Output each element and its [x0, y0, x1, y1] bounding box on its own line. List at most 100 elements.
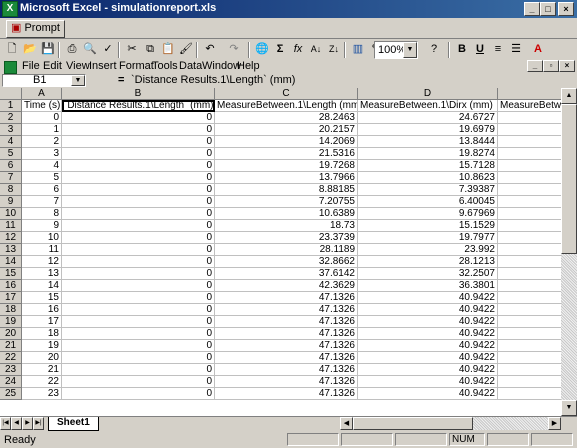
scroll-right-icon[interactable]: ▶	[548, 417, 561, 430]
function-icon[interactable]: fx	[288, 39, 308, 59]
row-header[interactable]: 7	[0, 172, 22, 184]
formula-input[interactable]: `Distance Results.1\Length` (mm)	[128, 74, 577, 87]
table-cell[interactable]: 18	[22, 328, 62, 340]
table-cell[interactable]	[498, 256, 561, 268]
table-cell[interactable]	[498, 364, 561, 376]
table-cell[interactable]: 36.3801	[358, 280, 498, 292]
row-header[interactable]: 10	[0, 208, 22, 220]
sort-ascending-icon[interactable]: A↓	[306, 39, 326, 59]
table-cell[interactable]	[498, 124, 561, 136]
hscroll-track[interactable]	[473, 417, 548, 430]
table-cell[interactable]: 0	[62, 292, 215, 304]
table-cell[interactable]: 10	[22, 232, 62, 244]
menu-insert[interactable]: Insert	[89, 60, 117, 72]
table-cell[interactable]: 4	[22, 160, 62, 172]
row-header[interactable]: 24	[0, 376, 22, 388]
table-cell[interactable]: 47.1326	[215, 304, 358, 316]
cut-icon[interactable]: ✂	[122, 39, 142, 59]
table-cell[interactable]: 0	[62, 232, 215, 244]
table-cell[interactable]: 10.8623	[358, 172, 498, 184]
table-cell[interactable]: 0	[62, 316, 215, 328]
table-cell[interactable]: 0	[22, 112, 62, 124]
table-cell[interactable]	[498, 184, 561, 196]
font-color-icon[interactable]: A	[528, 39, 548, 59]
menu-help[interactable]: Help	[237, 60, 260, 72]
row-header[interactable]: 23	[0, 364, 22, 376]
row-header[interactable]: 11	[0, 220, 22, 232]
table-cell[interactable]: 24.6727	[358, 112, 498, 124]
table-cell[interactable]	[498, 112, 561, 124]
scroll-down-icon[interactable]: ▼	[561, 400, 577, 416]
scroll-thumb[interactable]	[561, 104, 577, 254]
scroll-left-icon[interactable]: ◀	[340, 417, 353, 430]
table-cell[interactable]: 22	[22, 376, 62, 388]
table-cell[interactable]: 47.1326	[215, 364, 358, 376]
row-header[interactable]: 5	[0, 148, 22, 160]
table-cell[interactable]: 0	[62, 148, 215, 160]
header-cell[interactable]: Time (s)	[22, 100, 62, 112]
help-icon[interactable]: ?	[424, 39, 444, 59]
table-cell[interactable]	[498, 376, 561, 388]
row-header[interactable]: 14	[0, 256, 22, 268]
table-cell[interactable]: 32.2507	[358, 268, 498, 280]
row-header[interactable]: 22	[0, 352, 22, 364]
row-header[interactable]: 15	[0, 268, 22, 280]
row-header[interactable]: 21	[0, 340, 22, 352]
minimize-button[interactable]: _	[524, 2, 540, 16]
table-cell[interactable]: 47.1326	[215, 376, 358, 388]
print-icon[interactable]: ⎙	[62, 39, 82, 59]
align-left-icon[interactable]: ≡	[488, 39, 508, 59]
table-cell[interactable]: 47.1326	[215, 328, 358, 340]
table-cell[interactable]: 0	[62, 136, 215, 148]
table-cell[interactable]: 6	[22, 184, 62, 196]
chevron-down-icon[interactable]: ▼	[403, 42, 417, 58]
table-cell[interactable]	[498, 328, 561, 340]
table-cell[interactable]: 9	[22, 220, 62, 232]
column-header[interactable]	[498, 88, 561, 100]
table-cell[interactable]: 0	[62, 388, 215, 400]
workbook-icon[interactable]	[4, 61, 17, 74]
table-cell[interactable]	[498, 160, 561, 172]
table-cell[interactable]: 40.9422	[358, 352, 498, 364]
scroll-track[interactable]	[561, 254, 577, 400]
autosum-icon[interactable]: Σ	[270, 39, 290, 59]
horizontal-scrollbar[interactable]: ◀ ▶	[340, 417, 561, 430]
table-cell[interactable]	[498, 304, 561, 316]
table-cell[interactable]: 47.1326	[215, 388, 358, 400]
table-cell[interactable]: 40.9422	[358, 364, 498, 376]
redo-icon[interactable]: ↷	[224, 39, 244, 59]
underline-icon[interactable]: U	[470, 39, 490, 59]
table-cell[interactable]	[498, 388, 561, 400]
row-header[interactable]: 2	[0, 112, 22, 124]
chart-wizard-icon[interactable]: ▥	[348, 39, 368, 59]
table-cell[interactable]: 0	[62, 280, 215, 292]
table-cell[interactable]: 9.67969	[358, 208, 498, 220]
row-header[interactable]: 3	[0, 124, 22, 136]
table-cell[interactable]: 47.1326	[215, 292, 358, 304]
table-cell[interactable]: 47.1326	[215, 340, 358, 352]
table-cell[interactable]: 0	[62, 352, 215, 364]
table-cell[interactable]: 0	[62, 304, 215, 316]
table-cell[interactable]: 15.1529	[358, 220, 498, 232]
paste-icon[interactable]: 📋	[158, 39, 178, 59]
table-cell[interactable]: 0	[62, 268, 215, 280]
doc-minimize-button[interactable]: _	[527, 60, 543, 72]
table-cell[interactable]: 0	[62, 340, 215, 352]
menu-tools[interactable]: Tools	[152, 60, 178, 72]
menu-window[interactable]: Window	[202, 60, 241, 72]
table-cell[interactable]: 40.9422	[358, 376, 498, 388]
table-cell[interactable]: 0	[62, 364, 215, 376]
spreadsheet-grid[interactable]: A B C D 1 Time (s) `Distance Results.1\Length`…	[0, 88, 561, 416]
table-cell[interactable]: 40.9422	[358, 328, 498, 340]
table-cell[interactable]: 7.20755	[215, 196, 358, 208]
table-cell[interactable]: 20.2157	[215, 124, 358, 136]
table-cell[interactable]: 13	[22, 268, 62, 280]
table-cell[interactable]	[498, 316, 561, 328]
table-cell[interactable]: 19.7977	[358, 232, 498, 244]
table-cell[interactable]: 40.9422	[358, 292, 498, 304]
column-header[interactable]: B	[62, 88, 215, 100]
next-sheet-icon[interactable]: ▶	[22, 417, 33, 430]
save-icon[interactable]: 💾	[38, 39, 58, 59]
table-cell[interactable]	[498, 136, 561, 148]
table-cell[interactable]: 5	[22, 172, 62, 184]
